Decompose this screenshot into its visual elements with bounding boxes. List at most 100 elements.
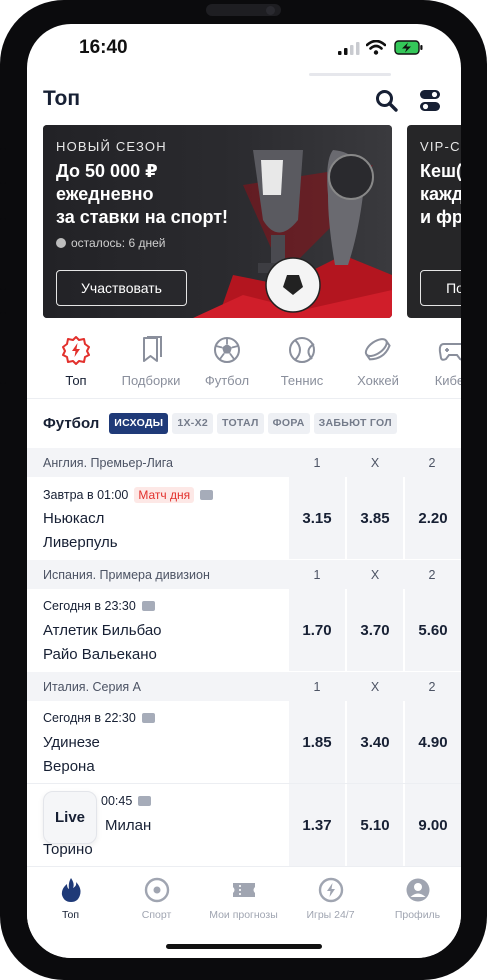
match-time: Завтра в 01:00 <box>43 488 129 502</box>
league-header: Испания. Примера дивизион 1 X 2 <box>27 560 461 590</box>
participate-button[interactable]: Участвовать <box>56 270 187 306</box>
gamepad-icon <box>438 343 461 361</box>
odd-away[interactable]: 5.60 <box>405 589 461 671</box>
status-time: 16:40 <box>79 37 128 58</box>
chip-total[interactable]: ТОТАЛ <box>217 412 264 434</box>
outcome-header-2: 2 <box>428 568 436 582</box>
banner-timer-text: осталось: 6 дней <box>71 236 166 250</box>
tab-sport[interactable]: Спорт <box>113 877 200 921</box>
tab-top[interactable]: Топ <box>27 877 114 921</box>
category-cyber[interactable]: Кибер <box>418 331 461 388</box>
odd-draw[interactable]: 5.10 <box>347 784 403 866</box>
outcome-header-2: 2 <box>428 680 436 694</box>
sport-label[interactable]: Футбол <box>43 415 99 432</box>
match-time-row: Сегодня в 23:30 <box>43 599 155 613</box>
away-team: Верона <box>43 758 95 775</box>
match-time: Сегодня в 22:30 <box>43 711 136 725</box>
odd-away[interactable]: 9.00 <box>405 784 461 866</box>
outcome-header-x: X <box>370 680 380 694</box>
tennis-ball-icon <box>289 337 315 363</box>
hockey-puck-icon <box>364 338 391 361</box>
home-team: Атлетик Бильбао <box>43 622 162 639</box>
odd-home[interactable]: 1.37 <box>289 784 345 866</box>
odd-home[interactable]: 1.85 <box>289 701 345 783</box>
match-row[interactable]: Завтра в 01:00 Матч дня Ньюкасл Ливерпул… <box>27 477 461 559</box>
odd-draw[interactable]: 3.40 <box>347 701 403 783</box>
market-filters: Футбол ИСХОДЫ 1Х-Х2 ТОТАЛ ФОРА ЗАБЬЮТ ГО… <box>43 412 397 434</box>
soccer-ball-icon <box>214 337 240 363</box>
category-label: Хоккей <box>357 373 399 388</box>
lightning-circle-icon <box>318 877 343 903</box>
tab-label: Игры 24/7 <box>306 909 355 921</box>
tab-games[interactable]: Игры 24/7 <box>287 877 374 921</box>
volume-up-button <box>0 218 6 290</box>
league-header: Италия. Серия А 1 X 2 <box>27 672 461 702</box>
flame-icon <box>61 878 80 902</box>
stats-icon[interactable] <box>141 713 155 723</box>
page-title: Топ <box>43 87 81 110</box>
power-button <box>481 250 487 360</box>
home-team: Удинезе <box>43 734 100 751</box>
app-screen: 16:40 Топ НОВЫЙ СЕЗОН До 50 000 ₽ ежедне… <box>27 24 461 958</box>
odd-draw[interactable]: 3.70 <box>347 589 403 671</box>
match-time-row: 00:45 <box>101 794 152 808</box>
search-icon[interactable] <box>374 88 400 114</box>
lightning-icon <box>62 336 90 365</box>
camera-dot <box>266 6 275 15</box>
match-row[interactable]: Сегодня в 23:30 Атлетик Бильбао Райо Вал… <box>27 589 461 671</box>
league-header: Англия. Премьер-Лига 1 X 2 <box>27 448 461 478</box>
match-row[interactable]: Сегодня в 22:30 Удинезе Верона 1.85 3.40… <box>27 701 461 783</box>
odd-home[interactable]: 1.70 <box>289 589 345 671</box>
category-top[interactable]: Топ <box>41 331 111 388</box>
battery-charging-icon <box>394 40 423 55</box>
category-tennis[interactable]: Теннис <box>267 331 337 388</box>
ticket-icon <box>232 883 255 897</box>
stats-icon[interactable] <box>141 601 155 611</box>
tab-profile[interactable]: Профиль <box>374 877 461 921</box>
tab-label: Спорт <box>141 909 172 921</box>
away-team: Ливерпуль <box>43 534 118 551</box>
odd-away[interactable]: 4.90 <box>405 701 461 783</box>
bookmark-icon <box>143 336 162 362</box>
odd-draw[interactable]: 3.85 <box>347 477 403 559</box>
odd-home[interactable]: 3.15 <box>289 477 345 559</box>
category-collections[interactable]: Подборки <box>116 331 186 388</box>
match-time-row: Завтра в 01:00 Матч дня <box>43 487 214 503</box>
stats-icon[interactable] <box>200 490 214 500</box>
profile-icon <box>406 878 429 902</box>
home-team: Милан <box>105 817 152 834</box>
league-name: Англия. Премьер-Лига <box>43 456 173 470</box>
live-button[interactable]: Live <box>43 791 97 844</box>
outcome-header-1: 1 <box>313 680 321 694</box>
cellular-signal-icon <box>338 42 360 55</box>
tab-my-predictions[interactable]: Мои прогнозы <box>200 877 287 921</box>
clock-icon <box>56 238 66 248</box>
category-hockey[interactable]: Хоккей <box>343 331 413 388</box>
settings-toggles-icon[interactable] <box>419 88 443 114</box>
chip-handicap[interactable]: ФОРА <box>267 412 310 434</box>
banner-headline: Кеш( кажд и фр <box>420 161 461 227</box>
wifi-icon <box>366 40 386 55</box>
category-label: Теннис <box>280 373 324 388</box>
promo-banner-new-season[interactable]: НОВЫЙ СЕЗОН До 50 000 ₽ ежедневно за ста… <box>43 125 392 318</box>
home-team: Ньюкасл <box>43 510 105 527</box>
banner-headline: До 50 000 ₽ ежедневно за ставки на спорт… <box>56 161 229 227</box>
category-label: Топ <box>65 373 87 388</box>
volume-down-button <box>0 312 6 384</box>
match-of-day-badge: Матч дня <box>134 487 195 503</box>
chip-outcomes[interactable]: ИСХОДЫ <box>109 412 169 434</box>
category-label: Подборки <box>121 373 181 388</box>
banner-action-button[interactable]: По <box>420 270 461 306</box>
outcome-header-x: X <box>370 568 380 582</box>
chip-both-score[interactable]: ЗАБЬЮТ ГОЛ <box>313 412 397 434</box>
banner-tag: VIP-С <box>420 139 461 154</box>
promo-banner-vip[interactable]: VIP-С Кеш( кажд и фр По <box>407 125 461 318</box>
category-football[interactable]: Футбол <box>192 331 262 388</box>
divider <box>27 398 461 399</box>
odd-away[interactable]: 2.20 <box>405 477 461 559</box>
tab-label: Профиль <box>394 909 441 921</box>
stats-icon[interactable] <box>138 796 152 806</box>
outcome-header-x: X <box>370 456 380 470</box>
chip-double-chance[interactable]: 1Х-Х2 <box>172 412 214 434</box>
match-time-row: Сегодня в 22:30 <box>43 711 155 725</box>
